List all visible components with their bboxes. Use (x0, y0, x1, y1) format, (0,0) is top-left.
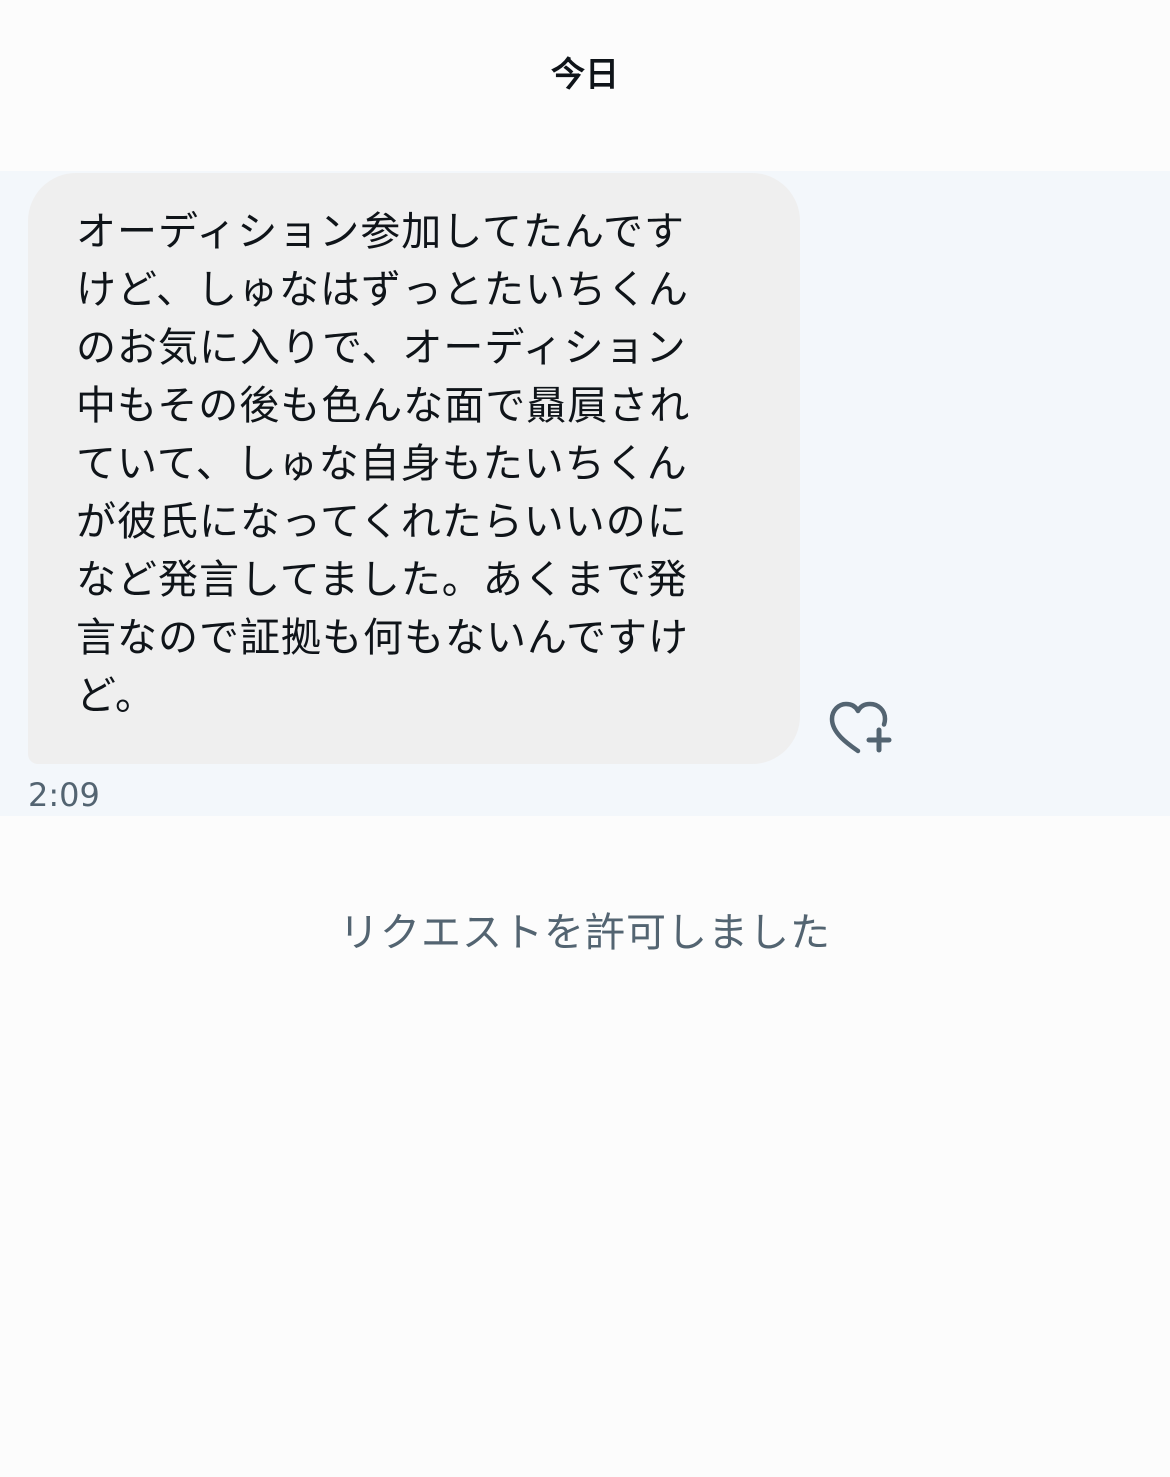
request-accepted-notice: リクエストを許可しました (339, 910, 831, 956)
message-timestamp: 2:09 (28, 776, 100, 814)
heart-plus-icon (829, 701, 892, 754)
add-reaction-button[interactable] (826, 699, 898, 761)
message-text: オーディション参加してたんです けど、しゅなはずっとたいちくん のお気に入りで、… (76, 209, 691, 719)
message-bubble[interactable]: オーディション参加してたんです けど、しゅなはずっとたいちくん のお気に入りで、… (28, 173, 800, 764)
date-header: 今日 (551, 55, 619, 95)
message-row[interactable]: オーディション参加してたんです けど、しゅなはずっとたいちくん のお気に入りで、… (0, 171, 1170, 816)
